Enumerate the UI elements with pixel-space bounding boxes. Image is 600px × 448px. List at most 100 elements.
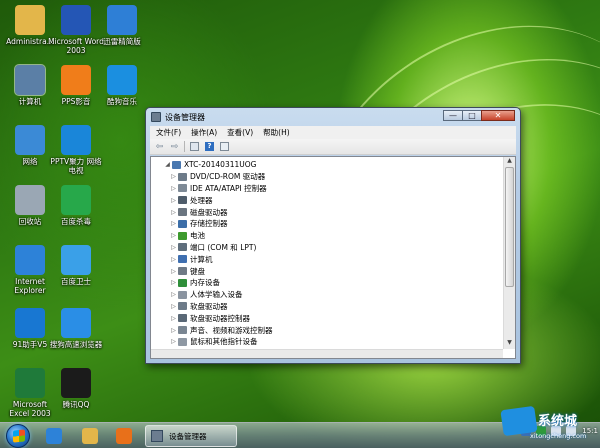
watermark-url: xitongcheng.com (530, 432, 587, 440)
explorer-icon (82, 428, 98, 444)
expand-arrow-icon[interactable]: ▷ (169, 268, 178, 275)
window-title: 设备管理器 (165, 113, 205, 122)
properties-icon[interactable] (189, 141, 200, 152)
expand-arrow-icon[interactable]: ▷ (169, 220, 178, 227)
tree-item[interactable]: ▷ 键盘 (151, 265, 503, 277)
expand-arrow-icon[interactable]: ▷ (169, 279, 178, 286)
taskbar-pinned-item[interactable] (110, 426, 138, 446)
desktop-icon[interactable]: 酷狗音乐 (94, 65, 150, 106)
tree-item[interactable]: ▷ 软盘驱动器 (151, 301, 503, 313)
expand-arrow-icon[interactable]: ▷ (169, 315, 178, 322)
watermark-title: 系统城 (538, 414, 578, 429)
forward-arrow-icon[interactable]: ⇨ (169, 141, 180, 152)
taskbar-pinned-item[interactable] (76, 426, 104, 446)
expand-arrow-icon[interactable]: ▷ (169, 244, 178, 251)
toolbar: ⇦ ⇨ ? (150, 139, 516, 155)
tree-item-label: 软盘驱动器 (190, 301, 228, 311)
menu-help[interactable]: 帮助(H) (263, 127, 290, 138)
expand-arrow-icon[interactable]: ▷ (169, 291, 178, 298)
battery-icon (178, 231, 187, 240)
tree-item-label: 声音、视频和游戏控制器 (190, 325, 273, 335)
scroll-down-arrow-icon[interactable]: ▼ (504, 339, 515, 349)
minimize-button[interactable]: — (443, 110, 463, 121)
tree-item[interactable]: ▷ 软盘驱动器控制器 (151, 312, 503, 324)
device-manager-window[interactable]: 设备管理器 — □ ✕ 文件(F) 操作(A) 查看(V) 帮助(H) ⇦ ⇨ … (145, 107, 521, 364)
taskbar-item-device-manager[interactable]: 设备管理器 (145, 425, 237, 447)
expand-arrow-icon[interactable]: ▷ (169, 303, 178, 310)
tree-item[interactable]: ▷ 端口 (COM 和 LPT) (151, 242, 503, 254)
help-icon[interactable]: ? (204, 141, 215, 152)
tree-item[interactable]: ▷ 电池 (151, 230, 503, 242)
menu-file[interactable]: 文件(F) (156, 127, 181, 138)
taskbar-pinned-item[interactable] (40, 426, 68, 446)
desktop-icon-label: 酷狗音乐 (107, 97, 137, 106)
tree-item-label: 磁盘驱动器 (190, 207, 228, 217)
thunder-icon (107, 5, 137, 35)
expand-arrow-icon[interactable]: ▷ (169, 256, 178, 263)
scroll-up-arrow-icon[interactable]: ▲ (504, 157, 515, 167)
desktop-icon[interactable]: 百度卫士 (48, 245, 104, 286)
floppy-controller-icon (178, 314, 187, 323)
expand-arrow-icon[interactable]: ▷ (169, 173, 178, 180)
vertical-scrollbar[interactable]: ▲ ▼ (503, 157, 515, 349)
menu-action[interactable]: 操作(A) (191, 127, 217, 138)
desktop-icon-label: 迅雷精简版 (103, 37, 141, 46)
desktop-icon-label: 百度杀毒 (61, 217, 91, 226)
tree-item-label: 端口 (COM 和 LPT) (190, 242, 257, 252)
recycle-bin-icon (15, 185, 45, 215)
tree-item-label: 存储控制器 (190, 219, 228, 229)
ie-icon (15, 245, 45, 275)
tree-item[interactable]: ▷ 磁盘驱动器 (151, 206, 503, 218)
tree-item[interactable]: ▷ 存储控制器 (151, 218, 503, 230)
tree-item[interactable]: ▷ 人体学输入设备 (151, 289, 503, 301)
desktop-icon[interactable]: 迅雷精简版 (94, 5, 150, 46)
desktop-icon[interactable]: 百度杀毒 (48, 185, 104, 226)
tree-item[interactable]: ▷ IDE ATA/ATAPI 控制器 (151, 183, 503, 195)
device-tree[interactable]: ◢ XTC-20140311UOG ▷ DVD/CD-ROM 驱动器 ▷ IDE AT… (150, 156, 516, 359)
computer-icon (14, 64, 46, 96)
keyboard-icon (178, 267, 187, 276)
tree-item-label: 内存设备 (190, 278, 220, 288)
pps-icon (61, 65, 91, 95)
tree-item[interactable]: ▷ 内存设备 (151, 277, 503, 289)
memory-icon (178, 278, 187, 287)
tree-item[interactable]: ▷ 处理器 (151, 194, 503, 206)
scroll-thumb[interactable] (505, 167, 514, 287)
hid-icon (178, 290, 187, 299)
start-button[interactable] (6, 424, 30, 448)
menu-bar: 文件(F) 操作(A) 查看(V) 帮助(H) (150, 126, 516, 139)
tree-item[interactable]: ▷ 声音、视频和游戏控制器 (151, 324, 503, 336)
desktop-icon[interactable]: PPTV聚力 网络电视 (48, 125, 104, 175)
expand-arrow-icon[interactable]: ▷ (169, 327, 178, 334)
horizontal-scrollbar[interactable] (151, 349, 503, 358)
desktop-icon[interactable]: 搜狗高速浏览器 (48, 308, 104, 349)
expand-arrow-icon[interactable]: ▷ (169, 232, 178, 239)
tree-item[interactable]: ▷ DVD/CD-ROM 驱动器 (151, 171, 503, 183)
desktop-icon-label: 百度卫士 (61, 277, 91, 286)
tree-item-label: 软盘驱动器控制器 (190, 313, 250, 323)
tree-item[interactable]: ▷ 鼠标和其他指针设备 (151, 336, 503, 348)
ide-controller-icon (178, 184, 187, 193)
tree-item[interactable]: ▷ 计算机 (151, 253, 503, 265)
disk-drive-icon (178, 208, 187, 217)
tree-root[interactable]: ◢ XTC-20140311UOG (151, 159, 503, 171)
expand-arrow-icon[interactable]: ▷ (169, 197, 178, 204)
collapse-arrow-icon[interactable]: ◢ (163, 161, 172, 168)
menu-view[interactable]: 查看(V) (227, 127, 253, 138)
back-arrow-icon[interactable]: ⇦ (154, 141, 165, 152)
tree-root-label: XTC-20140311UOG (184, 160, 257, 170)
mouse-icon (178, 337, 187, 346)
view-icon[interactable] (219, 141, 230, 152)
window-titlebar[interactable]: 设备管理器 — □ ✕ (146, 108, 520, 126)
qq-icon (61, 368, 91, 398)
close-button[interactable]: ✕ (481, 110, 515, 121)
maximize-button[interactable]: □ (462, 110, 482, 121)
expand-arrow-icon[interactable]: ▷ (169, 185, 178, 192)
desktop-icon[interactable]: 腾讯QQ (48, 368, 104, 409)
expand-arrow-icon[interactable]: ▷ (169, 338, 178, 345)
storage-controller-icon (178, 219, 187, 228)
baidu-antivirus-icon (61, 185, 91, 215)
tree-item-label: DVD/CD-ROM 驱动器 (190, 172, 266, 182)
desktop-icon-label: PPTV聚力 网络电视 (50, 157, 102, 175)
expand-arrow-icon[interactable]: ▷ (169, 209, 178, 216)
